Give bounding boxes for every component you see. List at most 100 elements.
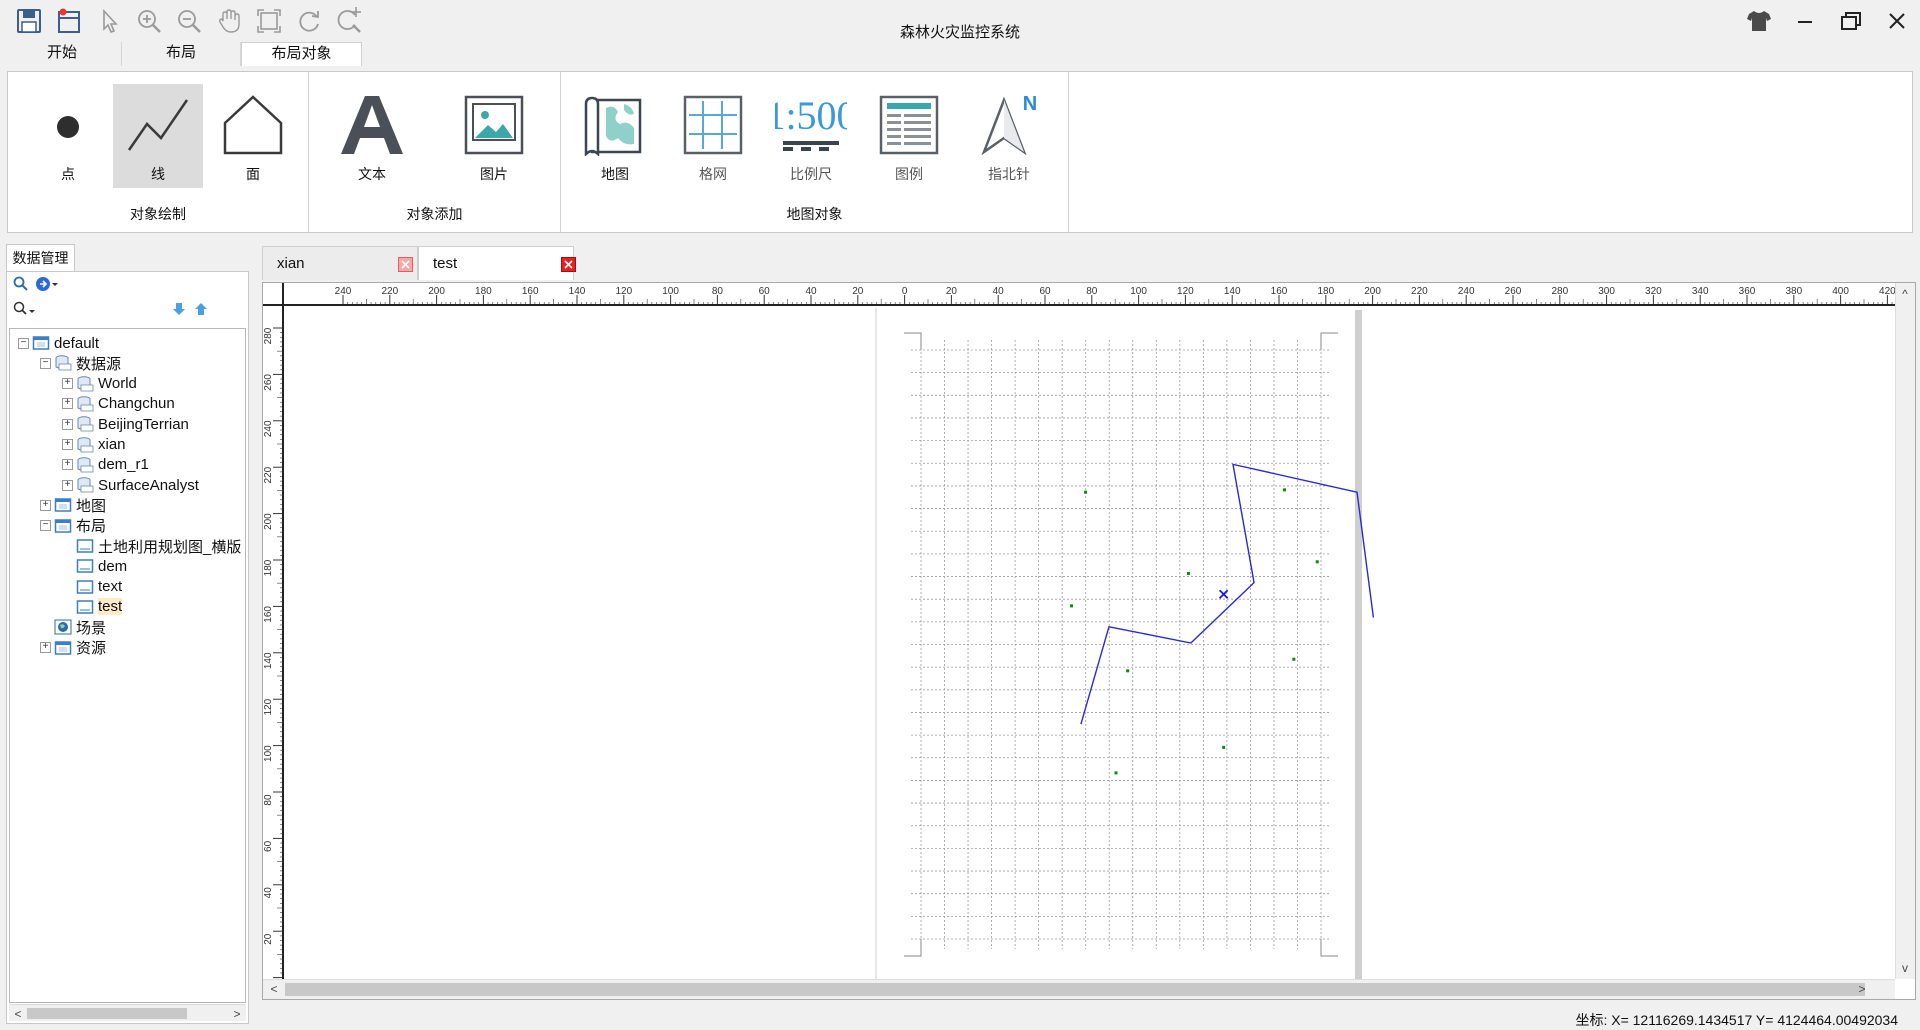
expand-icon[interactable]: + (62, 479, 73, 491)
search-icon[interactable] (13, 276, 29, 296)
ruler-x-label: 20 (946, 286, 958, 297)
tree-item[interactable]: text (62, 577, 122, 597)
collapse-icon[interactable]: − (40, 357, 51, 369)
ruler-y-label: 80 (263, 794, 274, 806)
add-map-button[interactable]: 地图 (570, 84, 660, 188)
tree-item[interactable]: + 资源 (40, 638, 106, 658)
tree-item[interactable]: + SurfaceAnalyst (62, 475, 199, 495)
vertical-scrollbar[interactable]: ^ v (1895, 283, 1915, 979)
tree-item-label: dem (98, 557, 128, 575)
tree-item[interactable]: + xian (62, 435, 126, 455)
add-legend-button[interactable]: 图例 (864, 84, 954, 188)
tree-item[interactable]: dem (62, 556, 127, 576)
add-picture-button[interactable]: 图片 (449, 84, 539, 188)
move-down-icon[interactable] (171, 301, 187, 321)
skin-shirt-icon[interactable] (1736, 4, 1782, 38)
tree-item[interactable]: + BeijingTerrian (62, 414, 189, 434)
minimize-icon[interactable] (1782, 4, 1828, 38)
expand-icon[interactable]: + (40, 499, 51, 511)
ribbon-panel: 点 线 面 对象绘制 文本 图片 对象添加 地图 格网 1:500 比例尺 图例… (7, 71, 1913, 233)
expand-icon[interactable]: + (62, 418, 73, 430)
ruler-x-label: 220 (381, 286, 398, 297)
ruler-x-label: 160 (522, 286, 539, 297)
tree-item[interactable]: + dem_r1 (62, 455, 149, 475)
drawn-point (1187, 571, 1191, 575)
close-icon[interactable] (1874, 4, 1920, 38)
ruler-y-label: 240 (263, 420, 274, 437)
layout-canvas[interactable] (284, 308, 1895, 979)
tree-item[interactable]: 土地利用规划图_横版 (62, 536, 241, 556)
tab-layout-objects[interactable]: 布局对象 (241, 42, 362, 66)
tree-item[interactable]: test (62, 597, 123, 617)
ruler-x-label: 0 (902, 286, 908, 297)
hscroll-left-icon[interactable]: < (265, 980, 283, 998)
close-test-tab-icon[interactable] (561, 257, 576, 272)
hscroll-right-icon[interactable]: > (1853, 980, 1871, 998)
tree-item-label: 数据源 (76, 355, 122, 373)
add-grid-button[interactable]: 格网 (668, 84, 758, 188)
doc-tab-test[interactable]: test (418, 246, 574, 280)
draw-point-button[interactable]: 点 (23, 84, 113, 188)
doc-tab-xian[interactable]: xian (262, 246, 418, 280)
expand-icon[interactable]: + (62, 378, 73, 390)
expand-icon[interactable]: + (62, 439, 73, 450)
tree-item[interactable]: − 布局 (40, 516, 106, 536)
scroll-up-icon[interactable]: ^ (1896, 285, 1914, 303)
img-datasource-icon (76, 457, 94, 473)
maps-folder-icon (54, 497, 72, 513)
ruler-x-label: 200 (1364, 286, 1381, 297)
group-object-add: 文本 图片 对象添加 (309, 72, 561, 232)
drawn-point (1126, 669, 1130, 673)
tab-start[interactable]: 开始 (3, 42, 122, 66)
hscroll-thumb[interactable] (285, 983, 1865, 996)
search-dropdown-icon[interactable] (13, 301, 37, 321)
expand-icon[interactable]: + (40, 642, 51, 653)
add-scalebar-button[interactable]: 1:500 比例尺 (766, 84, 856, 188)
tree-item[interactable]: − default (18, 333, 99, 353)
drawn-point (1315, 560, 1319, 564)
add-north-arrow-button[interactable]: N 指北针 (964, 84, 1054, 188)
tree-item[interactable]: + 地图 (40, 495, 106, 515)
ruler-x-label: 380 (1785, 286, 1802, 297)
layout-item-icon (76, 538, 94, 554)
collapse-icon[interactable]: − (40, 520, 51, 532)
navigate-dropdown-icon[interactable] (35, 276, 59, 296)
ruler-y-label: 140 (263, 652, 274, 669)
tab-layout[interactable]: 布局 (122, 42, 241, 66)
data-panel-body: − default − 数据源 + World + Changchun + BeijingTerr… (6, 271, 249, 1024)
tree-item[interactable]: + Changchun (62, 394, 175, 414)
window-controls (1736, 4, 1920, 38)
scroll-down-icon[interactable]: v (1896, 959, 1914, 977)
expand-icon[interactable]: + (62, 459, 73, 471)
drawn-point (1070, 604, 1074, 608)
tab-data-management[interactable]: 数据管理 (6, 244, 75, 271)
drawn-point (1282, 488, 1286, 492)
tree-item[interactable]: + World (62, 374, 137, 394)
draw-polygon-button[interactable]: 面 (208, 84, 298, 188)
tree-item[interactable]: 场景 (40, 617, 106, 637)
close-xian-tab-icon[interactable] (398, 257, 413, 272)
ruler-x-label: 140 (569, 286, 586, 297)
horizontal-ruler: 240 220 200 180 160 140 120 100 80 60 40 20 0 20 40 60 8… (284, 283, 1895, 306)
expand-icon[interactable]: + (62, 398, 73, 410)
move-up-icon[interactable] (193, 301, 209, 321)
restore-icon[interactable] (1828, 4, 1874, 38)
polyline-icon (113, 90, 203, 160)
horizontal-scrollbar[interactable]: < > (263, 979, 1895, 999)
tree-item-label: dem_r1 (98, 456, 149, 474)
tree-item-label: test (98, 598, 123, 616)
tree-item-label: World (98, 375, 137, 393)
ruler-x-label: 340 (1692, 286, 1709, 297)
ruler-y-label: 40 (263, 887, 274, 899)
ruler-y-label: 260 (263, 374, 274, 391)
layout-view[interactable]: 240 220 200 180 160 140 120 100 80 60 40 20 0 20 40 60 8… (262, 282, 1916, 1000)
collapse-icon[interactable]: − (18, 337, 29, 349)
ruler-y-label: 220 (263, 466, 274, 483)
ruler-x-label: 140 (1224, 286, 1241, 297)
tree-item[interactable]: − 数据源 (40, 353, 121, 373)
draw-line-button[interactable]: 线 (113, 84, 203, 188)
drawn-point (1222, 745, 1226, 749)
add-text-button[interactable]: 文本 (327, 84, 417, 188)
tree-item-label: xian (98, 436, 126, 453)
add-north-arrow-label: 指北针 (988, 166, 1030, 182)
